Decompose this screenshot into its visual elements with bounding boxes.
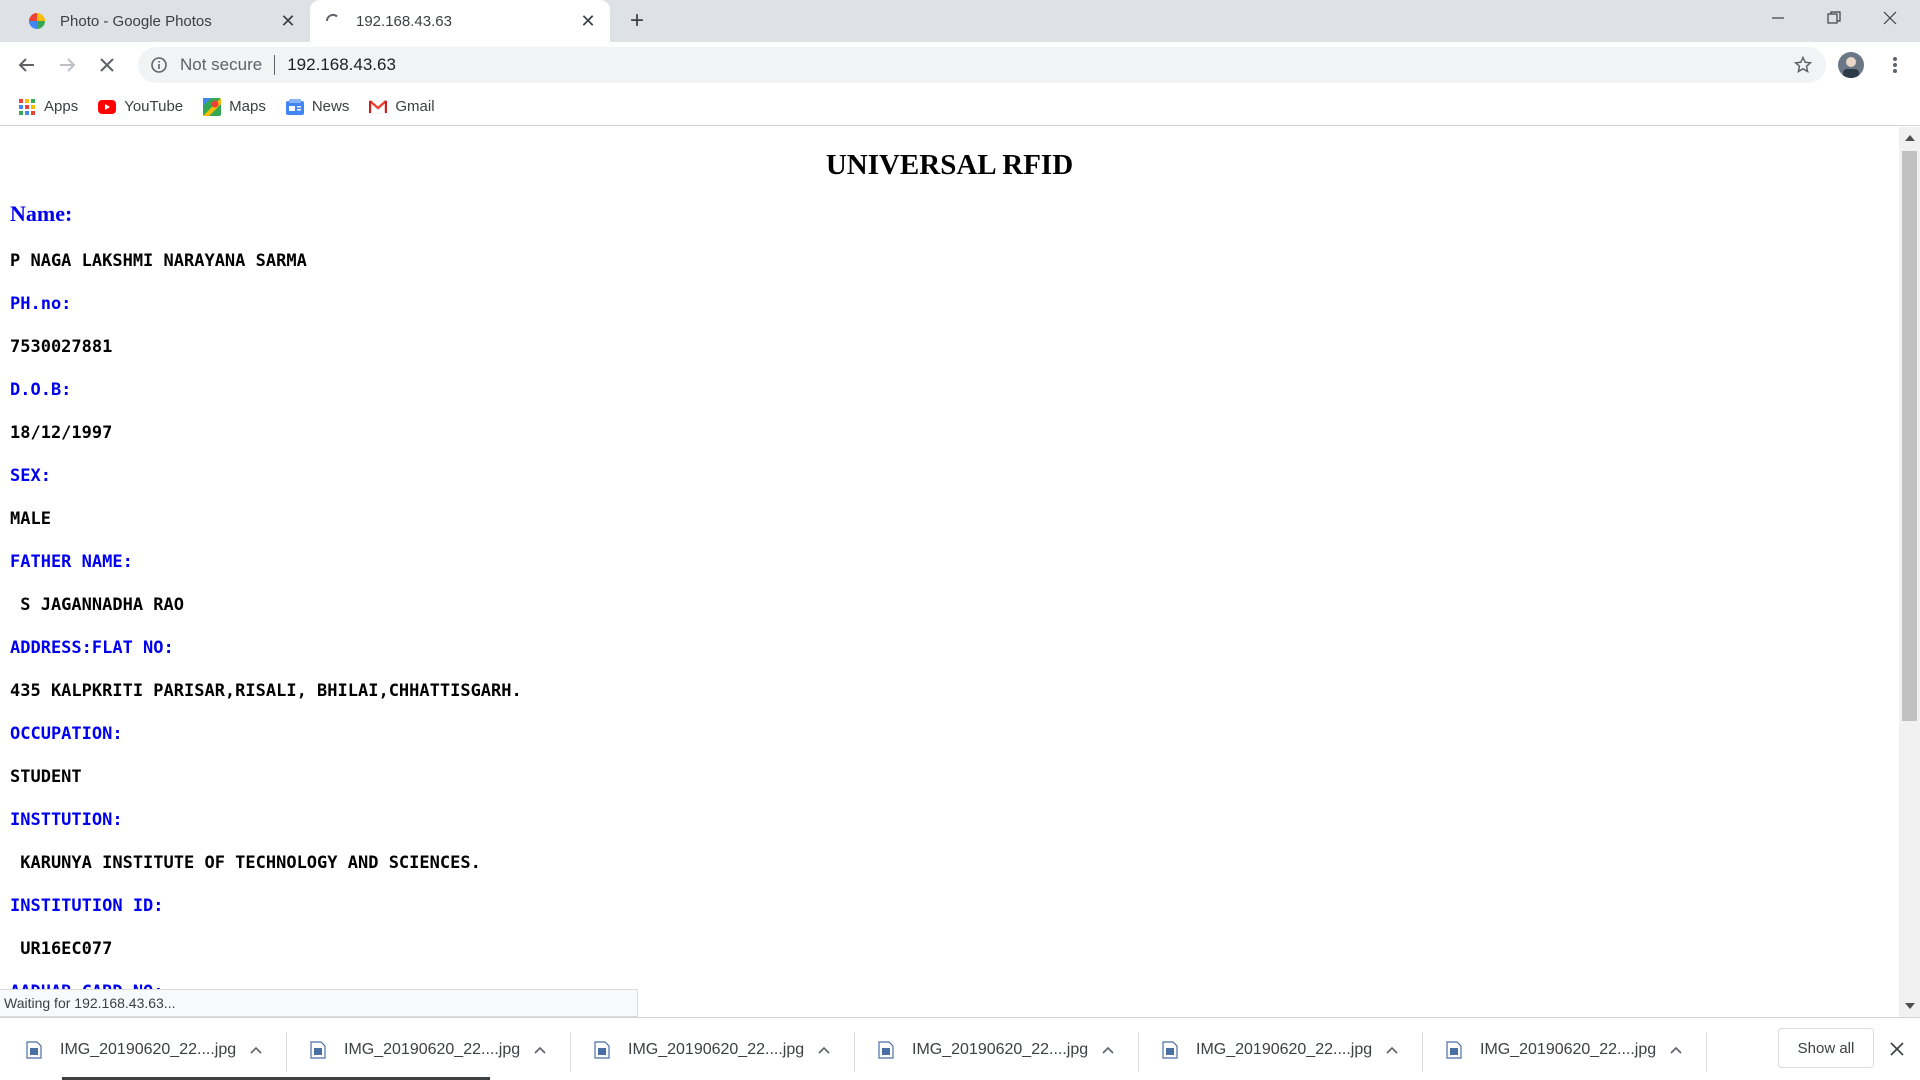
chevron-up-icon[interactable]	[1380, 1038, 1404, 1062]
youtube-icon	[98, 98, 117, 116]
page-scrollbar[interactable]	[1899, 127, 1920, 1017]
image-file-icon	[594, 1041, 610, 1059]
occupation-value: STUDENT	[10, 767, 82, 787]
chevron-up-icon[interactable]	[528, 1038, 552, 1062]
window-close-icon[interactable]	[1862, 0, 1918, 36]
profile-avatar[interactable]	[1838, 52, 1864, 78]
chevron-up-icon[interactable]	[244, 1038, 268, 1062]
image-file-icon	[1446, 1041, 1462, 1059]
apps-grid-icon	[18, 98, 36, 116]
image-file-icon	[1162, 1041, 1178, 1059]
tab-close-icon[interactable]: ✕	[578, 11, 598, 31]
occupation-label: OCCUPATION:	[10, 724, 123, 744]
name-value: P NAGA LAKSHMI NARAYANA SARMA	[10, 251, 307, 271]
chevron-up-icon[interactable]	[812, 1038, 836, 1062]
url-text[interactable]: 192.168.43.63	[287, 55, 1786, 75]
download-filename: IMG_20190620_22....jpg	[344, 1041, 521, 1058]
download-item[interactable]: IMG_20190620_22....jpg	[1420, 1028, 1704, 1072]
tab-title: 192.168.43.63	[356, 12, 452, 30]
tab-title: Photo - Google Photos	[60, 12, 212, 30]
institution-value: KARUNYA INSTITUTE OF TECHNOLOGY AND SCIE…	[10, 853, 481, 873]
bookmark-news[interactable]: News	[285, 98, 350, 116]
scroll-down-arrow-icon[interactable]	[1905, 1003, 1915, 1009]
image-file-icon	[310, 1041, 326, 1059]
scrollbar-thumb[interactable]	[1902, 151, 1917, 721]
scroll-up-arrow-icon[interactable]	[1905, 135, 1915, 141]
stop-loading-icon[interactable]	[90, 48, 124, 82]
dob-value: 18/12/1997	[10, 423, 113, 443]
tab-google-photos[interactable]: Photo - Google Photos ✕	[18, 0, 310, 42]
menu-dots-icon[interactable]	[1880, 50, 1910, 80]
bookmarks-bar: Apps YouTube Maps News Gmail	[0, 88, 1920, 126]
google-photos-icon	[28, 12, 46, 30]
download-filename: IMG_20190620_22....jpg	[1196, 1041, 1373, 1058]
download-item[interactable]: IMG_20190620_22....jpg	[568, 1028, 852, 1072]
image-file-icon	[878, 1041, 894, 1059]
download-shelf: IMG_20190620_22....jpg IMG_20190620_22..…	[0, 1017, 1920, 1080]
address-bar[interactable]: Not secure 192.168.43.63	[138, 47, 1826, 83]
institution-id-label: INSTITUTION ID:	[10, 896, 164, 916]
father-name-label: FATHER NAME:	[10, 552, 133, 572]
browser-toolbar: Not secure 192.168.43.63	[0, 42, 1920, 88]
bookmark-label: Maps	[229, 98, 266, 115]
bookmark-label: YouTube	[124, 98, 184, 115]
bookmark-gmail[interactable]: Gmail	[369, 98, 435, 116]
browser-window: Photo - Google Photos ✕ 192.168.43.63 ✕ …	[0, 0, 1920, 1080]
download-item[interactable]: IMG_20190620_22....jpg	[284, 1028, 568, 1072]
institution-id-value: UR16EC077	[10, 939, 113, 959]
download-item[interactable]: IMG_20190620_22....jpg	[852, 1028, 1136, 1072]
download-filename: IMG_20190620_22....jpg	[628, 1041, 805, 1058]
chevron-up-icon[interactable]	[1096, 1038, 1120, 1062]
bookmark-star-icon[interactable]	[1786, 48, 1820, 82]
download-item[interactable]: IMG_20190620_22....jpg	[0, 1028, 284, 1072]
download-divider	[1706, 1032, 1707, 1072]
sex-label: SEX:	[10, 466, 51, 486]
sex-value: MALE	[10, 509, 51, 529]
chevron-up-icon[interactable]	[1664, 1038, 1688, 1062]
bookmark-maps[interactable]: Maps	[203, 97, 266, 116]
new-tab-plus-icon[interactable]: +	[622, 6, 652, 36]
download-filename: IMG_20190620_22....jpg	[912, 1041, 1089, 1058]
tab-strip: Photo - Google Photos ✕ 192.168.43.63 ✕ …	[0, 0, 1920, 42]
close-shelf-icon[interactable]	[1884, 1036, 1910, 1062]
bookmark-label: Gmail	[395, 98, 435, 115]
download-item[interactable]: IMG_20190620_22....jpg	[1136, 1028, 1420, 1072]
omnibox-divider	[274, 55, 276, 75]
bookmark-label: News	[311, 98, 350, 115]
address-value: 435 KALPKRITI PARISAR,RISALI, BHILAI,CHH…	[10, 681, 522, 701]
news-icon	[285, 98, 304, 116]
tab-active-page[interactable]: 192.168.43.63 ✕	[310, 0, 610, 42]
institution-label: INSTTUTION:	[10, 810, 123, 830]
dob-label: D.O.B:	[10, 380, 72, 400]
page-content: UNIVERSAL RFID Name: P NAGA LAKSHMI NARA…	[0, 127, 1899, 1017]
download-filename: IMG_20190620_22....jpg	[1480, 1041, 1657, 1058]
security-status-text: Not secure	[180, 55, 263, 74]
loading-spinner-icon	[324, 12, 342, 30]
show-all-button[interactable]: Show all	[1778, 1028, 1874, 1068]
bookmark-apps[interactable]: Apps	[18, 98, 78, 116]
forward-arrow-icon[interactable]	[50, 48, 84, 82]
father-name-value: S JAGANNADHA RAO	[10, 595, 184, 615]
phone-label: PH.no:	[10, 294, 72, 314]
maps-icon	[203, 97, 222, 116]
minimize-icon[interactable]	[1750, 0, 1806, 36]
bookmark-youtube[interactable]: YouTube	[98, 98, 183, 116]
address-label: ADDRESS:FLAT NO:	[10, 638, 174, 658]
tab-close-icon[interactable]: ✕	[278, 11, 298, 31]
status-bubble: Waiting for 192.168.43.63...	[0, 989, 638, 1017]
back-arrow-icon[interactable]	[10, 48, 44, 82]
download-filename: IMG_20190620_22....jpg	[60, 1041, 237, 1058]
phone-value: 7530027881	[10, 337, 113, 357]
bookmark-label: Apps	[44, 98, 79, 115]
page-title: UNIVERSAL RFID	[825, 149, 1074, 181]
info-icon[interactable]	[150, 56, 168, 74]
image-file-icon	[26, 1041, 42, 1059]
restore-icon[interactable]	[1806, 0, 1862, 36]
name-label: Name:	[10, 201, 73, 226]
gmail-icon	[369, 98, 388, 116]
